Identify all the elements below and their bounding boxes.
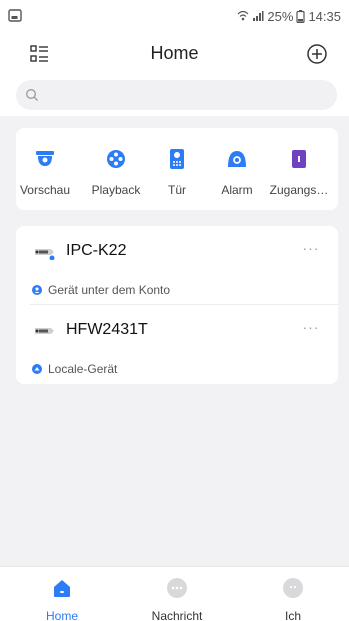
quick-actions-panel: Vorschau Playback Tür Alarm Zugangs… <box>16 128 338 210</box>
device-name: HFW2431T <box>66 321 148 338</box>
quick-action-tuer[interactable]: Tür <box>145 128 209 210</box>
signal-icon <box>253 11 264 21</box>
add-circle-icon[interactable] <box>305 42 329 66</box>
tab-nachricht[interactable]: Nachricht <box>132 567 222 621</box>
bottom-tab-bar: Home Nachricht Ich <box>0 566 349 621</box>
battery-icon <box>296 9 306 23</box>
status-indicators: 25% 14:35 <box>237 9 341 24</box>
tab-label: Home <box>45 609 78 621</box>
quick-action-alarm[interactable]: Alarm <box>205 128 269 210</box>
quick-action-label: Zugangs… <box>269 183 329 197</box>
quick-action-vorschau[interactable]: Vorschau <box>13 128 77 210</box>
camera-device-icon <box>35 328 54 334</box>
device-subtitle: Gerät unter dem Konto <box>32 283 170 297</box>
home-icon <box>54 580 70 597</box>
more-options-icon[interactable]: ··· <box>300 240 322 256</box>
local-device-badge-icon <box>32 364 42 374</box>
film-reel-icon <box>107 150 125 168</box>
device-item[interactable]: IPC-K22 ··· Gerät unter dem Konto <box>16 226 338 306</box>
device-list: IPC-K22 ··· Gerät unter dem Konto HFW243… <box>16 226 338 384</box>
tab-label: Nachricht <box>151 609 203 621</box>
device-item[interactable]: HFW2431T ··· Locale-Gerät <box>16 305 338 384</box>
quick-action-playback[interactable]: Playback <box>84 128 148 210</box>
camera-device-icon <box>35 249 55 260</box>
search-input[interactable] <box>44 80 324 110</box>
message-icon <box>167 578 187 598</box>
page-title: Home <box>150 43 199 63</box>
door-intercom-icon <box>170 149 184 169</box>
dome-camera-icon <box>36 151 54 166</box>
quick-action-zugang[interactable]: Zugangs… <box>267 128 331 210</box>
device-name: IPC-K22 <box>66 242 127 259</box>
more-options-icon[interactable]: ··· <box>300 319 322 335</box>
quick-action-label: Vorschau <box>19 183 71 197</box>
search-bar[interactable] <box>16 80 337 110</box>
alarm-icon <box>228 151 246 167</box>
clock: 14:35 <box>308 8 341 24</box>
battery-percent: 25% <box>267 8 294 24</box>
search-icon <box>26 89 38 101</box>
status-bar: 25% 14:35 <box>0 0 349 32</box>
tab-label: Ich <box>284 609 301 621</box>
tab-ich[interactable]: Ich <box>248 567 338 621</box>
device-subtitle-text: Gerät unter dem Konto <box>48 283 171 297</box>
tab-home[interactable]: Home <box>17 567 107 621</box>
device-subtitle-text: Locale-Gerät <box>48 362 118 376</box>
access-control-icon <box>292 150 306 168</box>
screenshot-notification-icon <box>8 9 22 22</box>
app-header: Home <box>0 32 349 76</box>
wifi-icon <box>237 10 249 21</box>
search-area <box>0 76 349 116</box>
profile-icon <box>283 578 303 598</box>
account-badge-icon <box>32 285 42 295</box>
device-subtitle: Locale-Gerät <box>32 362 117 376</box>
